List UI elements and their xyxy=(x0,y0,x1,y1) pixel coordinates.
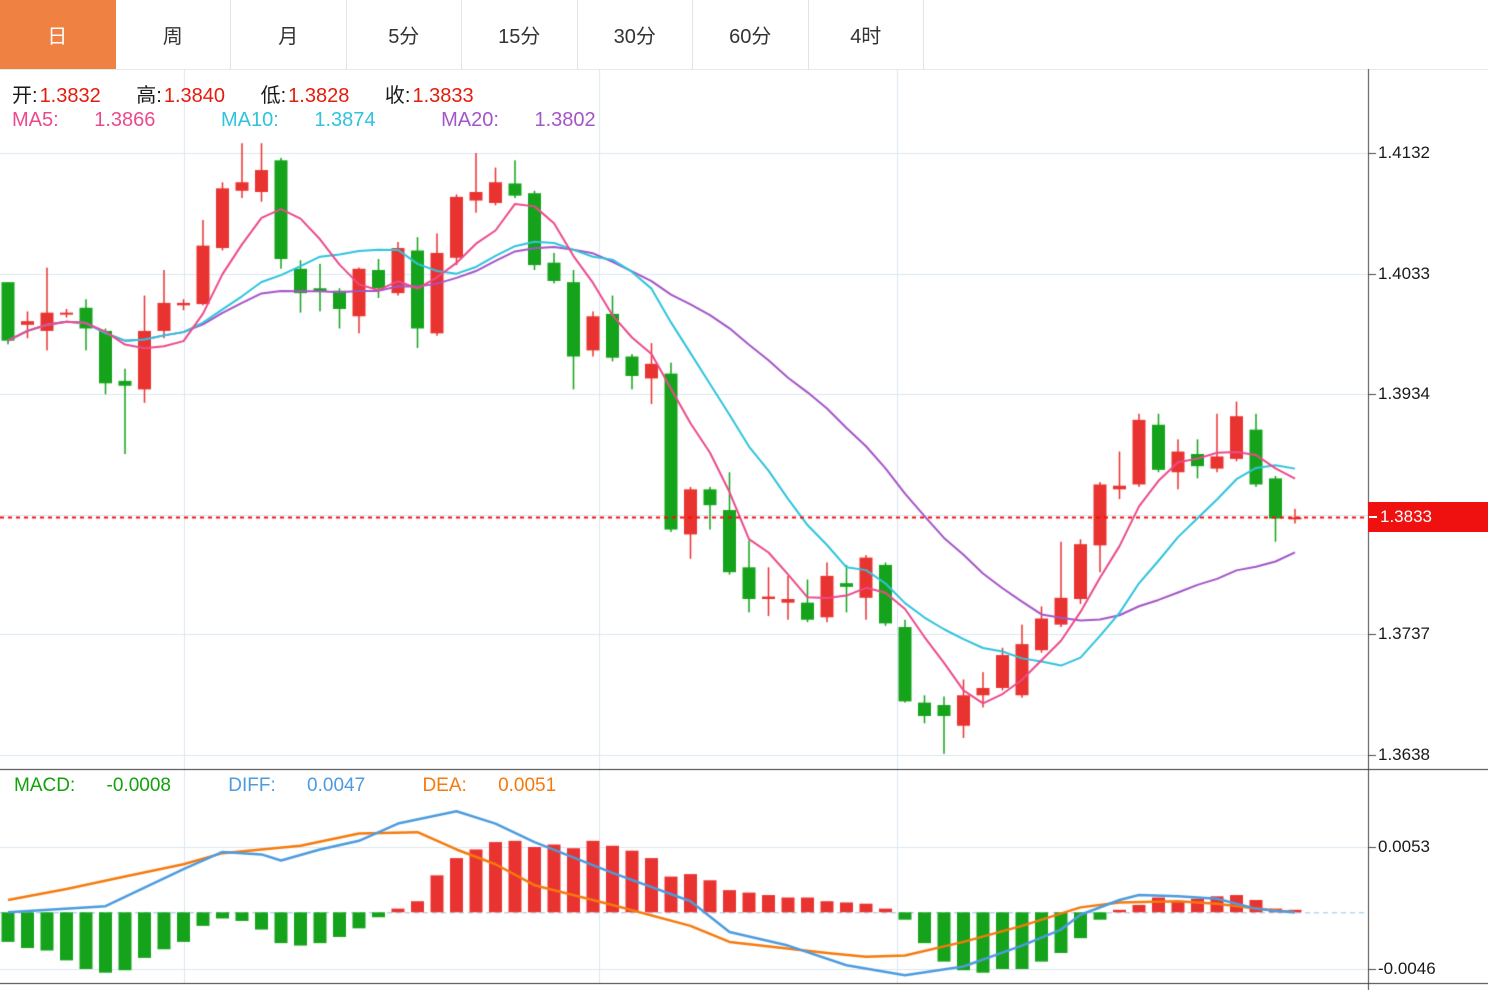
dea-value-readout: DEA: 0.0051 xyxy=(422,775,557,796)
timeframe-tab[interactable]: 周 xyxy=(115,0,231,69)
current-price-value: 1.3833 xyxy=(1380,507,1432,526)
low-label: 低: xyxy=(260,85,287,107)
timeframe-tab[interactable]: 月 xyxy=(231,0,347,69)
price-axis-label: 1.4132 xyxy=(1378,143,1430,162)
high-readout: 高: 1.3840 xyxy=(136,85,225,107)
open-readout: 开: 1.3832 xyxy=(12,85,101,107)
high-label: 高: xyxy=(136,85,162,107)
macd-axis-label: 0.0053 xyxy=(1378,837,1430,856)
timeframe-tab[interactable]: 60分 xyxy=(693,0,809,69)
ma10-readout: MA10: 1.3874 xyxy=(220,109,376,131)
macd-value-readout: MACD: -0.0008 xyxy=(14,775,171,796)
price-tag-tick-icon xyxy=(1369,516,1377,518)
timeframe-tab[interactable]: 4时 xyxy=(808,0,924,69)
open-value: 1.3832 xyxy=(39,85,101,107)
open-label: 开: xyxy=(12,85,38,107)
macd-axis-label: -0.0046 xyxy=(1378,959,1436,978)
ma20-readout: MA20: 1.3802 xyxy=(441,109,596,131)
diff-value-readout: DIFF: 0.0047 xyxy=(228,775,366,796)
forex-daily-chart-app: 日周月 5分 15分 30分 60分 4时 开: 1.3832 高: 1.3840 低: 1.3… xyxy=(0,0,1488,990)
candlestick-macd-chart-canvas[interactable] xyxy=(0,69,1488,990)
close-readout: 收: 1.3833 xyxy=(385,85,474,107)
price-axis-label: 1.3934 xyxy=(1378,384,1430,404)
high-value: 1.3840 xyxy=(163,85,226,107)
timeframe-tab[interactable]: 5分 xyxy=(346,0,462,69)
macd-readout: MACD: -0.0008 DIFF: 0.0047 DEA: 0.0051 xyxy=(14,775,608,797)
ma5-readout: MA5: 1.3866 xyxy=(12,109,156,131)
chart-area: 开: 1.3832 高: 1.3840 低: 1.3828 收: 1.3833 MA5:… xyxy=(0,69,1488,990)
price-axis-label: 1.4033 xyxy=(1378,263,1430,283)
price-axis-label: 1.3737 xyxy=(1378,624,1430,644)
close-value: 1.3833 xyxy=(412,85,474,107)
timeframe-tab[interactable]: 30分 xyxy=(577,0,693,69)
price-axis-label: 1.3638 xyxy=(1378,745,1430,764)
timeframe-tab-bar: 日周月 5分 15分 30分 60分 4时 xyxy=(0,0,1488,70)
low-value: 1.3828 xyxy=(288,85,350,107)
ma-readout: MA5: 1.3866 MA10: 1.3874 MA20: 1.3802 xyxy=(12,109,656,132)
ohlc-readout: 开: 1.3832 高: 1.3840 低: 1.3828 收: 1.3833 xyxy=(12,79,504,108)
current-price-tag: 1.3833 xyxy=(1368,502,1488,532)
close-label: 收: xyxy=(384,85,411,107)
timeframe-tab[interactable]: 日 xyxy=(0,0,116,69)
timeframe-tab[interactable]: 15分 xyxy=(462,0,578,69)
low-readout: 低: 1.3828 xyxy=(261,85,350,107)
